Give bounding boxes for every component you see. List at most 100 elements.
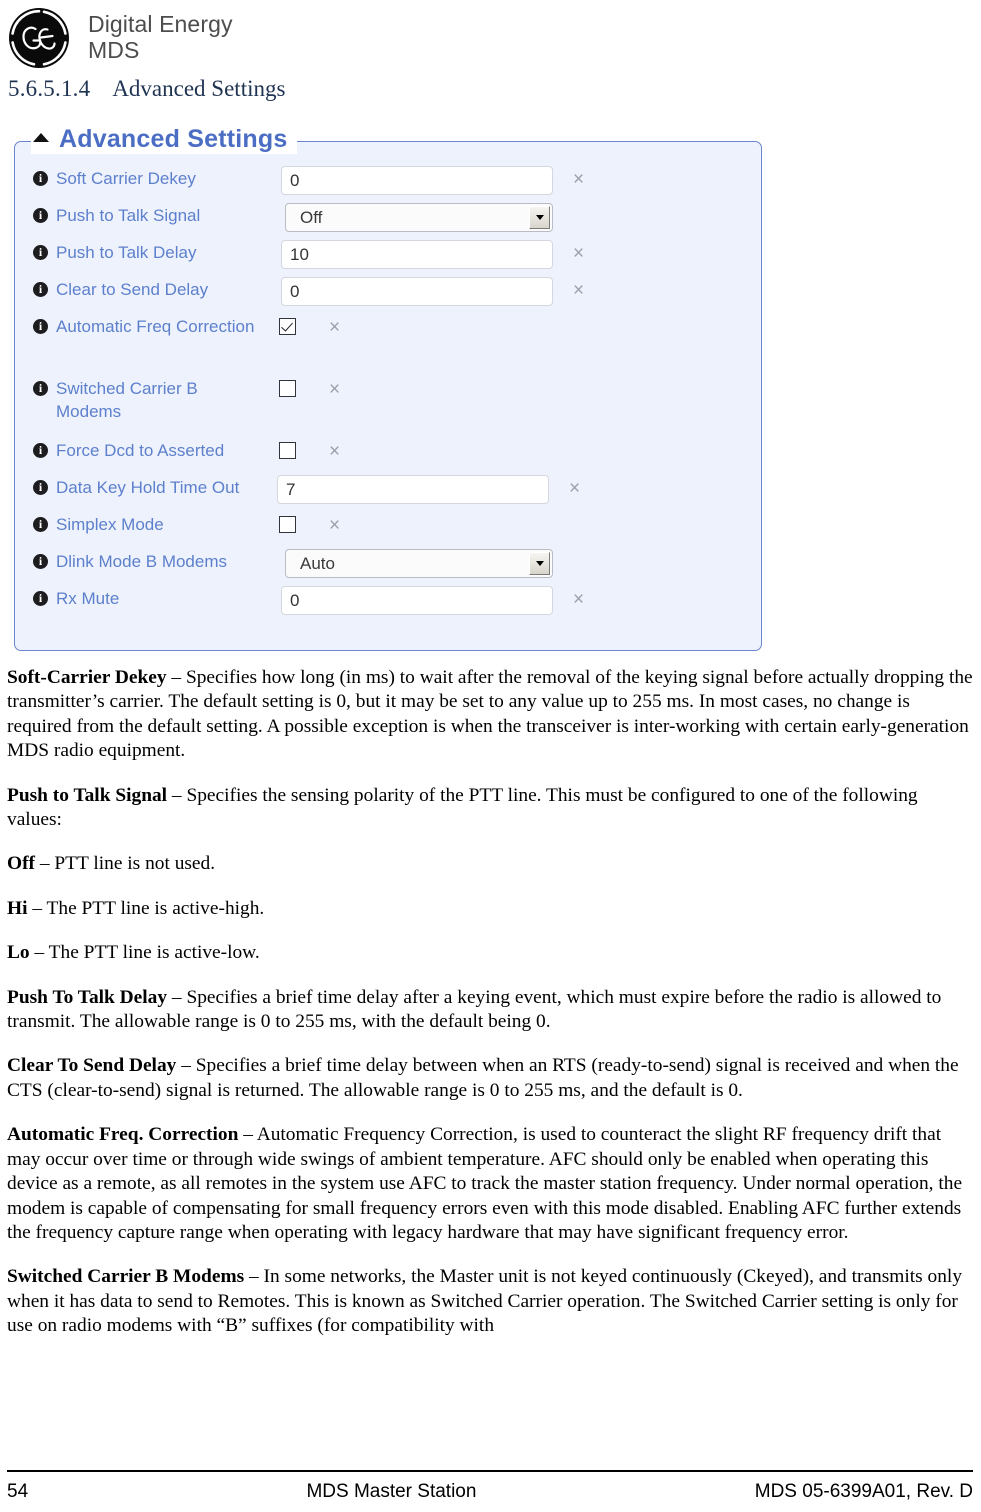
body-copy: Soft-Carrier Dekey – Specifies how long … — [7, 666, 973, 1339]
footer-title: MDS Master Station — [306, 1481, 477, 1502]
setting-label: Dlink Mode B Modems — [56, 552, 228, 571]
automatic-freq-correction-checkbox[interactable] — [279, 318, 296, 335]
setting-label: Data Key Hold Time Out — [56, 478, 240, 497]
brand-wordmark: Digital Energy MDS — [88, 11, 233, 64]
footer-document-id: MDS 05-6399A01, Rev. D — [754, 1481, 973, 1502]
chevron-up-icon[interactable] — [33, 132, 49, 142]
setting-row-push-to-talk-signal: i Push to Talk Signal Off — [15, 203, 761, 240]
document-header: Digital Energy MDS — [8, 4, 233, 72]
paragraph-clear-to-send-delay: Clear To Send Delay – Specifies a brief … — [7, 1054, 973, 1103]
advanced-settings-panel: Advanced Settings i Soft Carrier Dekey ×… — [14, 124, 762, 651]
setting-label: Force Dcd to Asserted — [56, 441, 225, 460]
info-icon[interactable]: i — [33, 208, 48, 223]
clear-icon[interactable]: × — [329, 442, 340, 461]
dlink-mode-b-modems-select[interactable]: Auto — [285, 549, 553, 578]
setting-row-simplex-mode: i Simplex Mode × — [15, 512, 761, 549]
info-icon[interactable]: i — [33, 443, 48, 458]
term: Off — [7, 853, 35, 875]
setting-row-switched-carrier-b-modems: i Switched Carrier B Modems × — [15, 376, 761, 438]
term: Automatic Freq. Correction — [7, 1124, 239, 1146]
setting-control: × — [281, 586, 584, 615]
setting-control: × — [279, 314, 340, 337]
footer-divider — [7, 1470, 973, 1472]
settings-rows: i Soft Carrier Dekey × i Push to Talk Si… — [15, 166, 761, 623]
term: Clear To Send Delay — [7, 1055, 177, 1077]
term: Push To Talk Delay — [7, 986, 168, 1008]
page-number: 54 — [7, 1481, 29, 1502]
paragraph-soft-carrier-dekey: Soft-Carrier Dekey – Specifies how long … — [7, 666, 973, 764]
setting-control: × — [281, 277, 584, 306]
info-icon[interactable]: i — [33, 282, 48, 297]
setting-control: × — [281, 166, 584, 195]
setting-control: Off — [285, 203, 553, 232]
push-to-talk-signal-select[interactable]: Off — [285, 203, 553, 232]
info-icon[interactable]: i — [33, 591, 48, 606]
setting-row-push-to-talk-delay: i Push to Talk Delay × — [15, 240, 761, 277]
setting-control: × — [279, 438, 340, 461]
info-icon[interactable]: i — [33, 245, 48, 260]
setting-row-rx-mute: i Rx Mute × — [15, 586, 761, 623]
term-text: – The PTT line is active-high. — [27, 897, 265, 919]
setting-control: × — [279, 512, 340, 535]
paragraph-off: Off – PTT line is not used. — [7, 852, 973, 876]
chevron-down-icon[interactable] — [529, 206, 550, 229]
paragraph-push-to-talk-signal: Push to Talk Signal – Specifies the sens… — [7, 784, 973, 833]
clear-to-send-delay-input[interactable] — [281, 277, 553, 306]
setting-label: Push to Talk Delay — [56, 243, 197, 262]
chevron-down-icon[interactable] — [529, 552, 550, 575]
soft-carrier-dekey-input[interactable] — [281, 166, 553, 195]
simplex-mode-checkbox[interactable] — [279, 516, 296, 533]
info-icon[interactable]: i — [33, 480, 48, 495]
term: Soft-Carrier Dekey — [7, 667, 167, 688]
setting-row-data-key-hold-time-out: i Data Key Hold Time Out × — [15, 475, 761, 512]
ge-monogram-logo — [8, 7, 70, 69]
clear-icon[interactable]: × — [573, 244, 584, 263]
setting-row-dlink-mode-b-modems: i Dlink Mode B Modems Auto — [15, 549, 761, 586]
term: Lo — [7, 942, 30, 964]
setting-label: Clear to Send Delay — [56, 280, 209, 299]
info-icon[interactable]: i — [33, 171, 48, 186]
push-to-talk-delay-input[interactable] — [281, 240, 553, 269]
force-dcd-to-asserted-checkbox[interactable] — [279, 442, 296, 459]
setting-control: × — [279, 376, 340, 399]
page-title: 5.6.5.1.4 Advanced Settings — [8, 76, 285, 102]
clear-icon[interactable]: × — [573, 170, 584, 189]
setting-label: Simplex Mode — [56, 515, 164, 534]
clear-icon[interactable]: × — [329, 318, 340, 337]
paragraph-switched-carrier-b-modems: Switched Carrier B Modems – In some netw… — [7, 1265, 973, 1338]
data-key-hold-time-out-input[interactable] — [277, 475, 549, 504]
section-number: 5.6.5.1.4 — [8, 76, 91, 101]
setting-row-automatic-freq-correction: i Automatic Freq Correction × — [15, 314, 761, 376]
info-icon[interactable]: i — [33, 554, 48, 569]
setting-label: Push to Talk Signal — [56, 206, 201, 225]
term: Hi — [7, 897, 28, 919]
setting-label: Automatic Freq Correction — [56, 317, 255, 336]
info-icon[interactable]: i — [33, 381, 48, 396]
clear-icon[interactable]: × — [329, 380, 340, 399]
clear-icon[interactable]: × — [329, 516, 340, 535]
term-text: – The PTT line is active-low. — [29, 942, 260, 964]
term: Switched Carrier B Modems — [7, 1266, 245, 1288]
setting-row-force-dcd-to-asserted: i Force Dcd to Asserted × — [15, 438, 761, 475]
select-value: Auto — [300, 553, 335, 573]
info-icon[interactable]: i — [33, 319, 48, 334]
switched-carrier-b-modems-checkbox[interactable] — [279, 380, 296, 397]
clear-icon[interactable]: × — [573, 590, 584, 609]
paragraph-push-to-talk-delay: Push To Talk Delay – Specifies a brief t… — [7, 986, 973, 1035]
panel-legend-label: Advanced Settings — [59, 124, 288, 153]
paragraph-hi: Hi – The PTT line is active-high. — [7, 897, 973, 921]
setting-row-clear-to-send-delay: i Clear to Send Delay × — [15, 277, 761, 314]
setting-label: Rx Mute — [56, 589, 120, 608]
clear-icon[interactable]: × — [569, 479, 580, 498]
term-text: – PTT line is not used. — [35, 853, 216, 875]
setting-label: Switched Carrier B Modems — [56, 379, 198, 421]
setting-label: Soft Carrier Dekey — [56, 169, 196, 188]
section-title: Advanced Settings — [112, 76, 286, 101]
info-icon[interactable]: i — [33, 517, 48, 532]
term: Push to Talk Signal — [7, 784, 168, 806]
page-footer: 54 MDS Master Station MDS 05-6399A01, Re… — [7, 1481, 973, 1503]
clear-icon[interactable]: × — [573, 281, 584, 300]
rx-mute-input[interactable] — [281, 586, 553, 615]
setting-control: Auto — [285, 549, 553, 578]
panel-legend[interactable]: Advanced Settings — [31, 124, 298, 154]
